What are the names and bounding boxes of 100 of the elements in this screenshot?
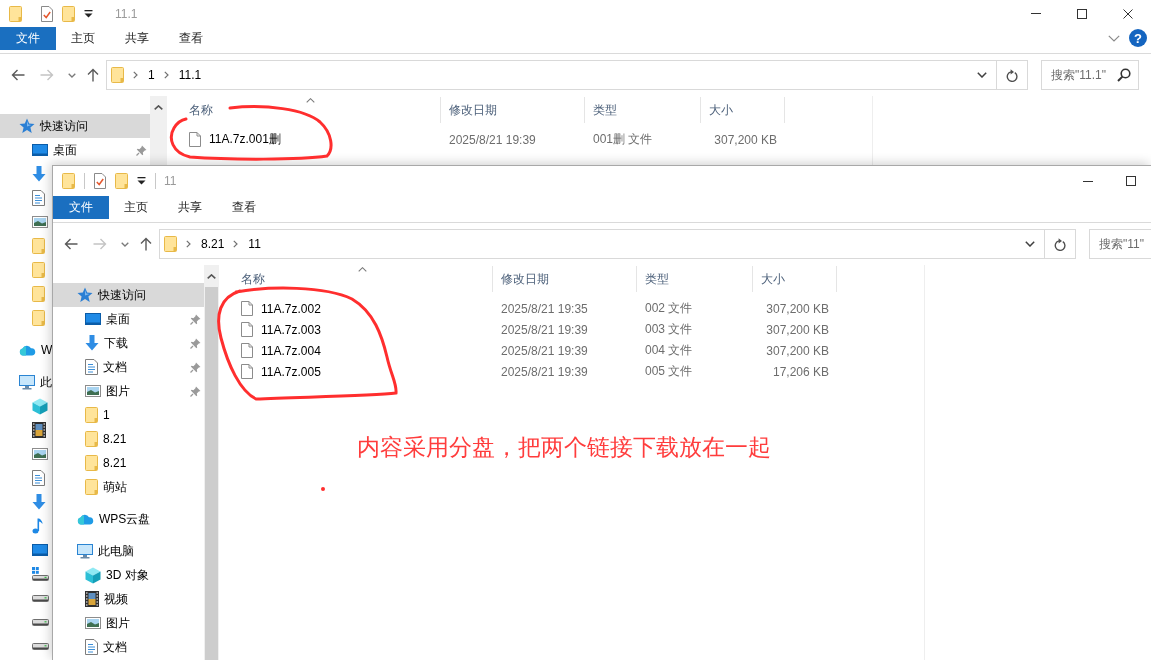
chevron-right-icon[interactable] xyxy=(186,240,191,248)
file-name[interactable]: 11A.7z.004 xyxy=(261,343,321,358)
file-icon xyxy=(189,132,201,147)
scroll-up-icon[interactable] xyxy=(154,105,163,110)
nav-item[interactable]: 图片 xyxy=(85,379,204,403)
chevron-down-icon[interactable] xyxy=(977,72,987,78)
breadcrumb-item[interactable]: 8.21 xyxy=(201,237,225,251)
annotation-text: 内容采用分盘，把两个链接下载放在一起 xyxy=(357,433,771,462)
picture-icon[interactable] xyxy=(32,448,48,460)
file-menu-tab[interactable]: 文件 xyxy=(53,196,109,219)
nav-item[interactable]: 文档 xyxy=(85,355,204,379)
up-arrow-icon[interactable] xyxy=(87,68,99,82)
document-check-icon[interactable] xyxy=(41,5,53,22)
column-header[interactable]: 修改日期 xyxy=(493,266,637,292)
nav-item[interactable]: 图片 xyxy=(85,611,130,635)
scroll-up-icon[interactable] xyxy=(207,274,216,279)
nav-item[interactable]: W xyxy=(19,338,53,362)
document-check-icon[interactable] xyxy=(94,173,106,189)
ribbon-tab[interactable]: 主页 xyxy=(56,27,110,50)
back-arrow-icon[interactable] xyxy=(11,69,25,81)
maximize-icon[interactable] xyxy=(1126,176,1136,186)
file-name[interactable]: 11A.7z.003 xyxy=(261,322,321,337)
music-note-icon[interactable] xyxy=(32,518,43,534)
folder-icon xyxy=(164,236,177,252)
scrollbar-thumb[interactable] xyxy=(205,287,218,660)
nav-item[interactable]: 此 xyxy=(19,370,52,394)
nav-item[interactable]: 桌面 xyxy=(32,138,150,162)
ribbon-tab[interactable]: 查看 xyxy=(217,196,271,219)
file-icon xyxy=(241,364,253,379)
document-icon[interactable] xyxy=(32,190,45,206)
help-button[interactable]: ? xyxy=(1129,29,1147,47)
address-bar[interactable]: 1 11.1 xyxy=(106,60,1028,90)
column-header[interactable]: 修改日期 xyxy=(441,97,585,123)
nav-item[interactable]: 3D 对象 xyxy=(85,563,149,587)
modified-date: 2025/8/21 19:39 xyxy=(449,132,536,147)
file-name[interactable]: 11A.7z.005 xyxy=(261,364,321,379)
ribbon-tab[interactable]: 主页 xyxy=(109,196,163,219)
desktop-icon xyxy=(85,313,101,325)
file-type: 004 文件 xyxy=(645,342,693,359)
nav-item[interactable]: 此电脑 xyxy=(77,539,134,563)
nav-item[interactable]: 8.21 xyxy=(85,427,127,451)
up-arrow-icon[interactable] xyxy=(140,237,152,251)
cube-icon[interactable] xyxy=(32,397,48,415)
modified-date: 2025/8/21 19:39 xyxy=(501,343,588,358)
close-icon[interactable] xyxy=(1123,8,1133,19)
column-header[interactable]: 名称 xyxy=(179,97,441,123)
chevron-right-icon[interactable] xyxy=(163,71,169,79)
search-icon[interactable] xyxy=(1117,68,1131,82)
nav-item[interactable]: 桌面 xyxy=(85,307,204,331)
download-arrow-icon[interactable] xyxy=(32,494,46,510)
nav-item[interactable]: 萌站 xyxy=(85,475,127,499)
search-field[interactable]: 搜索"11" xyxy=(1089,229,1151,259)
cube-icon xyxy=(85,566,101,584)
picture-icon xyxy=(85,617,101,629)
caret-down-icon[interactable] xyxy=(137,177,146,185)
maximize-icon[interactable] xyxy=(1077,8,1087,19)
file-icon xyxy=(241,322,253,337)
breadcrumb-item[interactable]: 11 xyxy=(248,237,261,251)
nav-item[interactable]: 文档 xyxy=(85,635,127,659)
ink-dot xyxy=(321,487,325,491)
nav-item[interactable]: WPS云盘 xyxy=(77,507,151,531)
address-bar[interactable]: 8.21 11 xyxy=(159,229,1076,259)
file-name[interactable]: 11A.7z.001删 xyxy=(209,131,281,148)
back-arrow-icon[interactable] xyxy=(64,238,78,250)
window-title: 11.1 xyxy=(115,6,138,21)
file-name[interactable]: 11A.7z.002 xyxy=(261,301,321,316)
download-arrow-icon[interactable] xyxy=(32,166,46,182)
column-header[interactable]: 大小 xyxy=(753,266,837,292)
folder-icon xyxy=(85,407,98,423)
chevron-down-icon[interactable] xyxy=(1025,241,1035,247)
drive-icon[interactable] xyxy=(32,594,49,602)
picture-icon[interactable] xyxy=(32,216,48,228)
ribbon-tab[interactable]: 共享 xyxy=(110,27,164,50)
ribbon-tab[interactable]: 共享 xyxy=(163,196,217,219)
drive-icon[interactable] xyxy=(32,567,49,581)
document-icon[interactable] xyxy=(32,470,45,486)
file-menu-tab[interactable]: 文件 xyxy=(0,27,56,50)
film-strip-icon[interactable] xyxy=(32,422,46,438)
nav-item[interactable]: 视频 xyxy=(85,587,128,611)
chevron-right-icon[interactable] xyxy=(233,240,239,248)
breadcrumb-item[interactable]: 11.1 xyxy=(178,68,202,82)
chevron-right-icon[interactable] xyxy=(133,71,138,79)
ribbon-tab[interactable]: 查看 xyxy=(164,27,218,50)
nav-item[interactable]: 快速访问 xyxy=(0,114,150,138)
column-header[interactable]: 类型 xyxy=(585,97,701,123)
drive-icon[interactable] xyxy=(32,642,49,650)
film-strip-icon xyxy=(85,591,99,607)
column-header[interactable]: 大小 xyxy=(701,97,785,123)
folder-icon xyxy=(111,67,124,83)
nav-item[interactable]: 下载 xyxy=(85,331,204,355)
column-header[interactable]: 名称 xyxy=(231,266,493,292)
column-header[interactable]: 类型 xyxy=(637,266,753,292)
minimize-icon[interactable] xyxy=(1083,180,1093,182)
breadcrumb-item[interactable]: 1 xyxy=(148,68,155,82)
nav-item[interactable]: 1 xyxy=(85,403,110,427)
nav-item[interactable]: 8.21 xyxy=(85,451,127,475)
caret-down-icon[interactable] xyxy=(84,9,93,18)
search-field[interactable]: 搜索"11.1" xyxy=(1041,60,1139,90)
drive-icon[interactable] xyxy=(32,618,49,626)
nav-item[interactable]: 快速访问 xyxy=(53,283,204,307)
